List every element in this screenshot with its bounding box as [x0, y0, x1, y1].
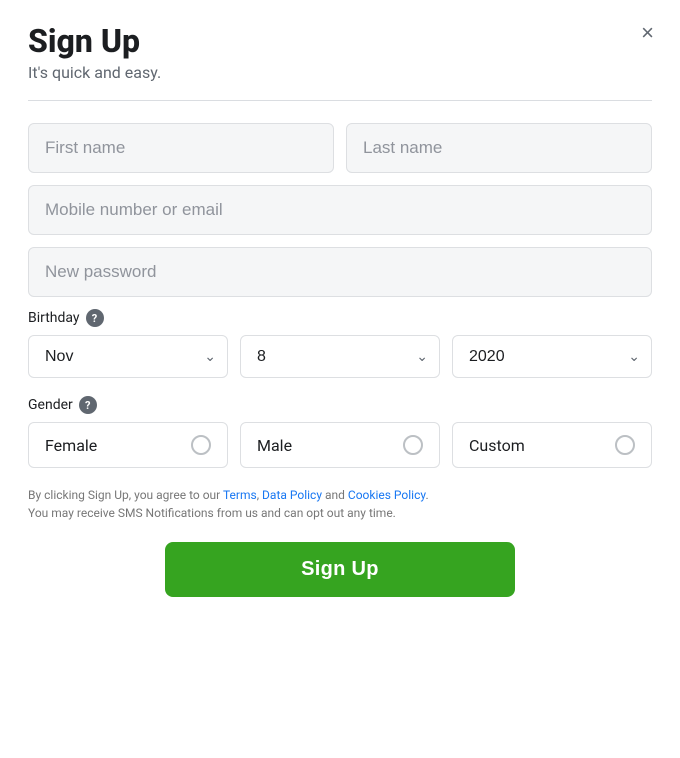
terms-text: By clicking Sign Up, you agree to our Te…	[28, 486, 652, 522]
birthday-label: Birthday ?	[28, 309, 652, 327]
last-name-field	[346, 123, 652, 173]
month-select-wrap: Nov Jan Feb Mar Apr May Jun Jul Aug Sep …	[28, 335, 228, 378]
mobile-email-input[interactable]	[28, 185, 652, 235]
gender-section: Gender ? Female Male Custom	[28, 396, 652, 468]
birthday-help-icon[interactable]: ?	[86, 309, 104, 327]
close-icon: ×	[641, 20, 654, 45]
gender-male-radio[interactable]	[403, 435, 423, 455]
gender-female-radio[interactable]	[191, 435, 211, 455]
gender-option-male[interactable]: Male	[240, 422, 440, 468]
year-select[interactable]: 2020 20192018 20172016 20152014 20132012…	[452, 335, 652, 378]
gender-options: Female Male Custom	[28, 422, 652, 468]
password-input[interactable]	[28, 247, 652, 297]
year-select-wrap: 2020 20192018 20172016 20152014 20132012…	[452, 335, 652, 378]
day-select[interactable]: 8 123 456 7910 111213 141516 171819 2021…	[240, 335, 440, 378]
day-select-wrap: 8 123 456 7910 111213 141516 171819 2021…	[240, 335, 440, 378]
name-row	[28, 123, 652, 173]
modal-header: Sign Up It's quick and easy.	[28, 24, 652, 82]
data-policy-link[interactable]: Data Policy	[262, 488, 322, 502]
signup-modal: Sign Up It's quick and easy. × Birthday …	[0, 0, 680, 758]
month-select[interactable]: Nov Jan Feb Mar Apr May Jun Jul Aug Sep …	[28, 335, 228, 378]
modal-subtitle: It's quick and easy.	[28, 63, 652, 82]
gender-help-icon[interactable]: ?	[79, 396, 97, 414]
divider	[28, 100, 652, 101]
gender-label: Gender ?	[28, 396, 652, 414]
gender-option-female[interactable]: Female	[28, 422, 228, 468]
first-name-field	[28, 123, 334, 173]
birthday-row: Nov Jan Feb Mar Apr May Jun Jul Aug Sep …	[28, 335, 652, 378]
close-button[interactable]: ×	[637, 18, 658, 48]
gender-female-label: Female	[45, 436, 97, 455]
birthday-section: Birthday ? Nov Jan Feb Mar Apr May Jun J…	[28, 309, 652, 378]
terms-link[interactable]: Terms	[223, 488, 257, 502]
first-name-input[interactable]	[28, 123, 334, 173]
gender-option-custom[interactable]: Custom	[452, 422, 652, 468]
modal-title: Sign Up	[28, 24, 652, 59]
gender-custom-label: Custom	[469, 436, 525, 455]
gender-male-label: Male	[257, 436, 292, 455]
last-name-input[interactable]	[346, 123, 652, 173]
gender-custom-radio[interactable]	[615, 435, 635, 455]
signup-button[interactable]: Sign Up	[165, 542, 514, 597]
cookies-policy-link[interactable]: Cookies Policy	[348, 488, 426, 502]
